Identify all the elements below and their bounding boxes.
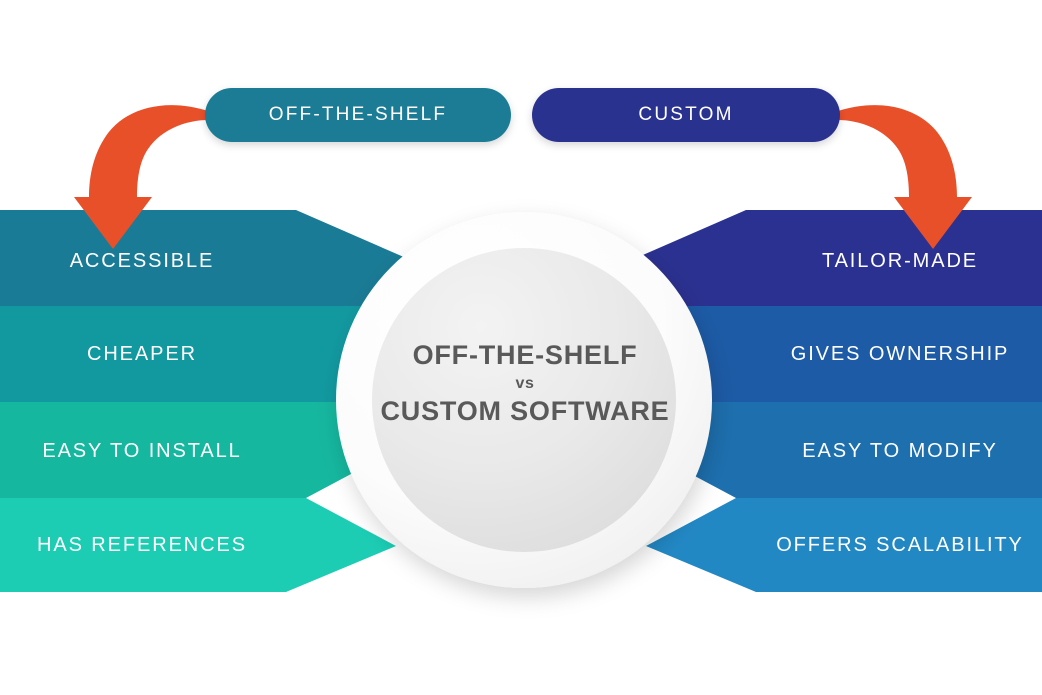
center-title-line-1: OFF-THE-SHELF (412, 340, 638, 370)
left-bar-label-2: CHEAPER (87, 343, 197, 365)
center-title-vs: vs (515, 374, 535, 392)
pill-left-label: OFF-THE-SHELF (268, 104, 448, 125)
left-bar-label-4: HAS REFERENCES (37, 534, 247, 556)
right-bar-label-3: EASY TO MODIFY (802, 440, 998, 462)
right-bar-label-4: OFFERS SCALABILITY (776, 534, 1024, 556)
center-title-block: OFF-THE-SHELF vs CUSTOM SOFTWARE (370, 340, 680, 428)
tab-off-the-shelf[interactable]: OFF-THE-SHELF (205, 88, 511, 142)
right-bar-label-1: TAILOR-MADE (821, 250, 979, 272)
right-bar-label-2: GIVES OWNERSHIP (790, 343, 1010, 365)
center-title-line-3: CUSTOM SOFTWARE (380, 395, 670, 426)
tab-custom[interactable]: CUSTOM (532, 88, 840, 142)
left-bar-label-3: EASY TO INSTALL (42, 440, 242, 462)
infographic-canvas: OFF-THE-SHELF CUSTOM ACCESSIBLE CHEAPER … (0, 0, 1042, 695)
pill-right-label: CUSTOM (638, 104, 734, 125)
left-bar-label-1: ACCESSIBLE (69, 250, 215, 272)
